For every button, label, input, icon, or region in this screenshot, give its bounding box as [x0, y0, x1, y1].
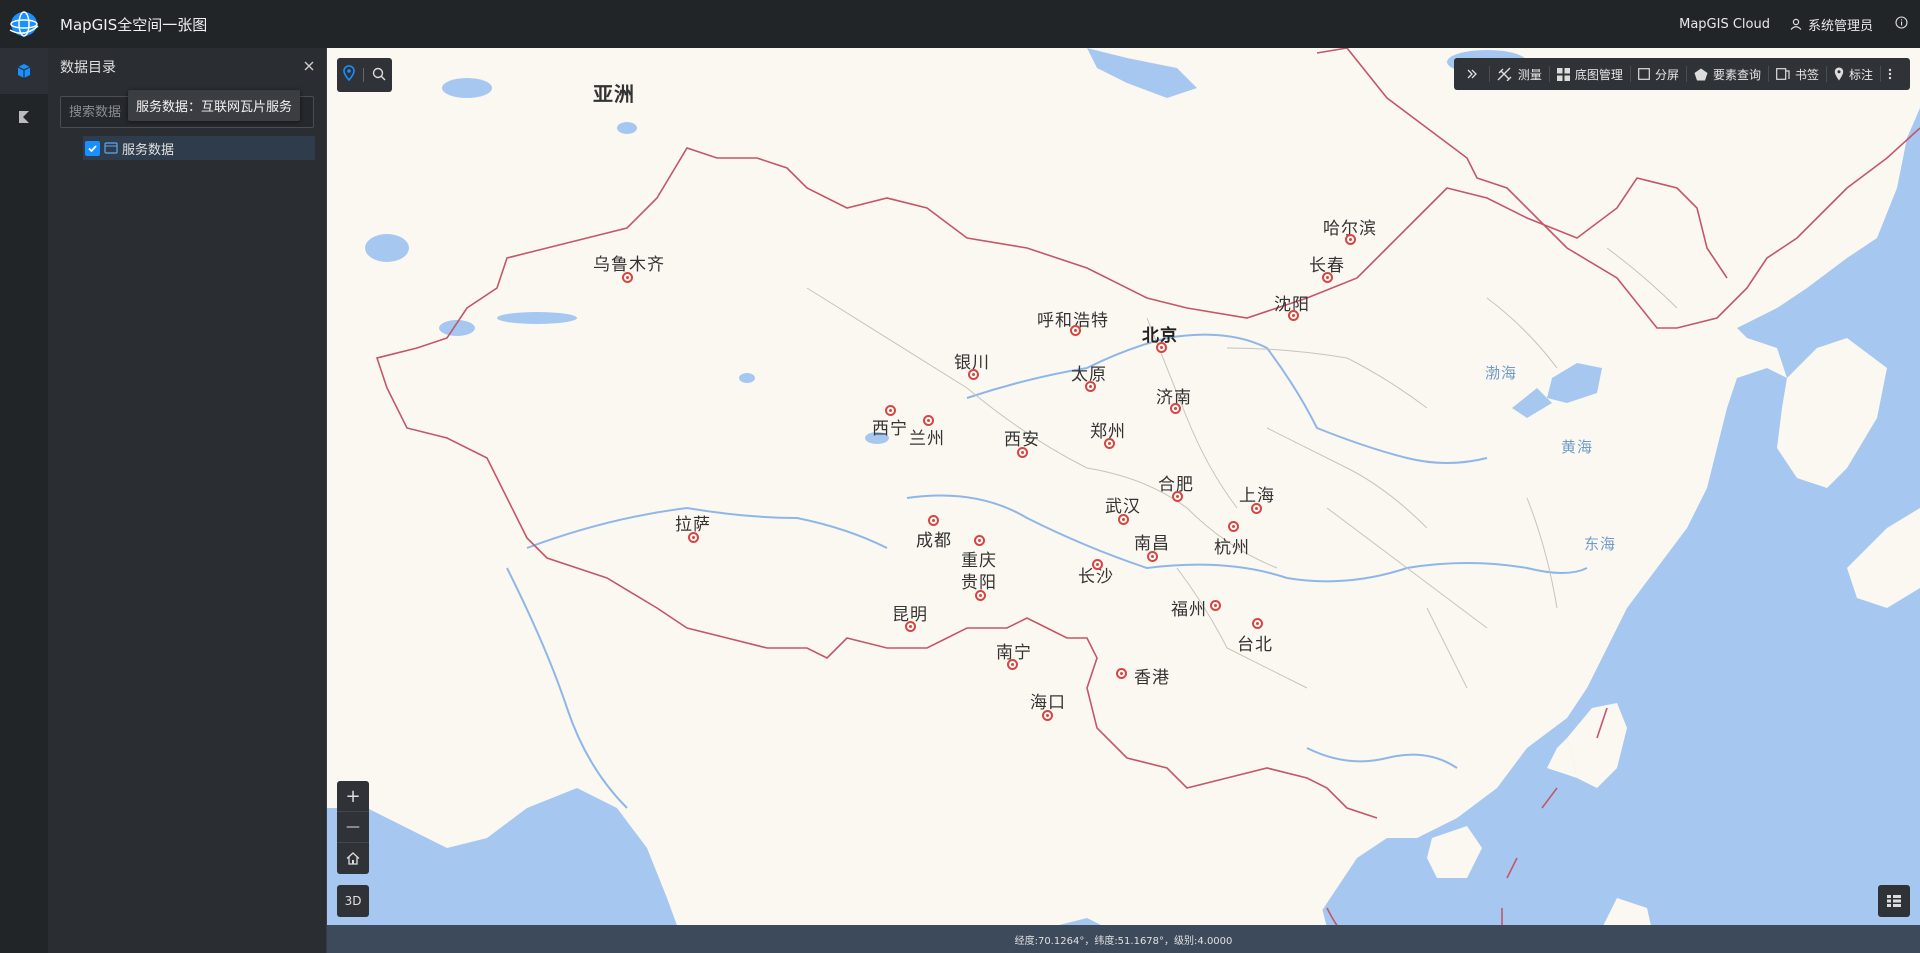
city-marker[interactable]: [1252, 618, 1263, 629]
tooltip: 服务数据：互联网瓦片服务: [128, 90, 301, 121]
city-marker[interactable]: [1017, 447, 1028, 458]
app-title: MapGIS全空间一张图: [60, 16, 208, 34]
city-marker[interactable]: [905, 621, 916, 632]
data-catalog-panel: 数据目录 服务数据：互联网瓦片服务 服务数据: [48, 48, 327, 953]
city-marker[interactable]: [885, 405, 896, 416]
zoom-controls: + —: [337, 781, 369, 874]
bookmark-button[interactable]: 书签: [1767, 66, 1826, 82]
measure-label: 测量: [1517, 67, 1542, 82]
city-marker[interactable]: [1007, 659, 1018, 670]
city-marker[interactable]: [1345, 234, 1356, 245]
city-marker[interactable]: [1156, 342, 1167, 353]
city-marker[interactable]: [688, 532, 699, 543]
split-label: 分屏: [1654, 67, 1679, 82]
city-label: 台北: [1237, 635, 1273, 655]
checkbox[interactable]: [85, 140, 100, 156]
map-toolbar-left: [337, 58, 392, 92]
legend-button[interactable]: [1878, 885, 1910, 917]
city-marker[interactable]: [1085, 381, 1096, 392]
more-button[interactable]: [1880, 66, 1904, 82]
sea-label: 东海: [1584, 535, 1617, 553]
city-marker[interactable]: [923, 415, 934, 426]
3d-mode-button[interactable]: 3D: [337, 885, 369, 917]
folder-icon: [104, 142, 118, 154]
basemap-button[interactable]: 底图管理: [1548, 66, 1630, 82]
city-label: 杭州: [1214, 538, 1250, 558]
city-marker[interactable]: [1322, 272, 1333, 283]
user-menu[interactable]: 系统管理员: [1790, 15, 1873, 34]
city-marker[interactable]: [1147, 551, 1158, 562]
split-icon: [1638, 68, 1650, 80]
cloud-link[interactable]: MapGIS Cloud: [1679, 17, 1770, 32]
city-marker[interactable]: [1118, 514, 1129, 525]
marker-icon: [1834, 67, 1844, 81]
map-toolbar-right: 测量 底图管理 分屏 要素查询 书签 标注: [1453, 58, 1910, 90]
tree-item-label: 服务数据: [122, 142, 175, 158]
nav-data-catalog[interactable]: [0, 48, 48, 94]
city-label: 香港: [1134, 668, 1170, 688]
city-marker[interactable]: [1251, 503, 1262, 514]
panel-title: 数据目录: [60, 60, 116, 76]
cube-icon: [17, 64, 31, 78]
city-marker[interactable]: [1170, 403, 1181, 414]
city-marker[interactable]: [1070, 325, 1081, 336]
sea-label: 黄海: [1561, 438, 1594, 456]
city-label: 成都: [916, 531, 952, 551]
measure-icon: [1497, 67, 1512, 81]
basemap-icon: [1556, 67, 1570, 81]
feature-query-label: 要素查询: [1712, 67, 1761, 82]
search-icon[interactable]: [372, 66, 386, 85]
expand-button[interactable]: [1460, 66, 1489, 82]
bookmark-icon: [1776, 68, 1790, 80]
left-nav: [0, 48, 48, 953]
city-marker[interactable]: [1116, 668, 1127, 679]
city-marker[interactable]: [1104, 438, 1115, 449]
split-button[interactable]: 分屏: [1629, 66, 1686, 82]
home-icon: [346, 852, 360, 865]
city-marker[interactable]: [928, 515, 939, 526]
info-icon[interactable]: [1895, 15, 1908, 33]
city-marker[interactable]: [1092, 559, 1103, 570]
marker-label: 标注: [1848, 67, 1873, 82]
user-icon: [1790, 18, 1802, 30]
globe-icon[interactable]: [8, 10, 40, 38]
city-marker[interactable]: [1210, 600, 1221, 611]
close-icon[interactable]: [304, 59, 314, 75]
city-label: 西宁: [872, 419, 908, 439]
bookmark-label: 书签: [1794, 67, 1819, 82]
city-marker[interactable]: [1288, 310, 1299, 321]
city-marker[interactable]: [622, 272, 633, 283]
nav-layers[interactable]: [0, 94, 48, 140]
basemap-label: 底图管理: [1574, 67, 1623, 82]
city-marker[interactable]: [968, 369, 979, 380]
city-marker[interactable]: [1172, 491, 1183, 502]
city-marker[interactable]: [974, 535, 985, 546]
home-button[interactable]: [337, 843, 369, 874]
feature-query-icon: [1694, 68, 1708, 80]
sea-label: 渤海: [1485, 364, 1518, 382]
city-label: 兰州: [909, 429, 945, 449]
measure-button[interactable]: 测量: [1488, 66, 1549, 82]
continent-label: 亚洲: [593, 82, 635, 106]
top-bar: MapGIS全空间一张图 MapGIS Cloud 系统管理员: [0, 0, 1920, 48]
user-name: 系统管理员: [1807, 18, 1873, 34]
expand-icon: [1467, 69, 1477, 79]
tree-item-service-data[interactable]: 服务数据: [83, 136, 315, 160]
layers-icon: [19, 111, 29, 123]
coordinate-status-bar: 经度:70.1264°，纬度:51.1678°，级别:4.0000: [327, 925, 1920, 953]
city-marker[interactable]: [1042, 710, 1053, 721]
zoom-in-button[interactable]: +: [337, 781, 369, 812]
feature-query-button[interactable]: 要素查询: [1685, 66, 1768, 82]
marker-button[interactable]: 标注: [1825, 66, 1880, 82]
map-view[interactable]: 亚洲 渤海 黄海 东海 乌鲁木齐 哈尔滨 长春 沈阳 呼和浩特 北京 银川 太原…: [327, 48, 1920, 953]
more-icon: [1888, 68, 1892, 80]
city-label: 福州: [1171, 600, 1207, 620]
city-marker[interactable]: [975, 590, 986, 601]
legend-icon: [1887, 895, 1901, 907]
zoom-out-button[interactable]: —: [337, 812, 369, 843]
city-marker[interactable]: [1228, 521, 1239, 532]
location-icon[interactable]: [343, 65, 355, 85]
